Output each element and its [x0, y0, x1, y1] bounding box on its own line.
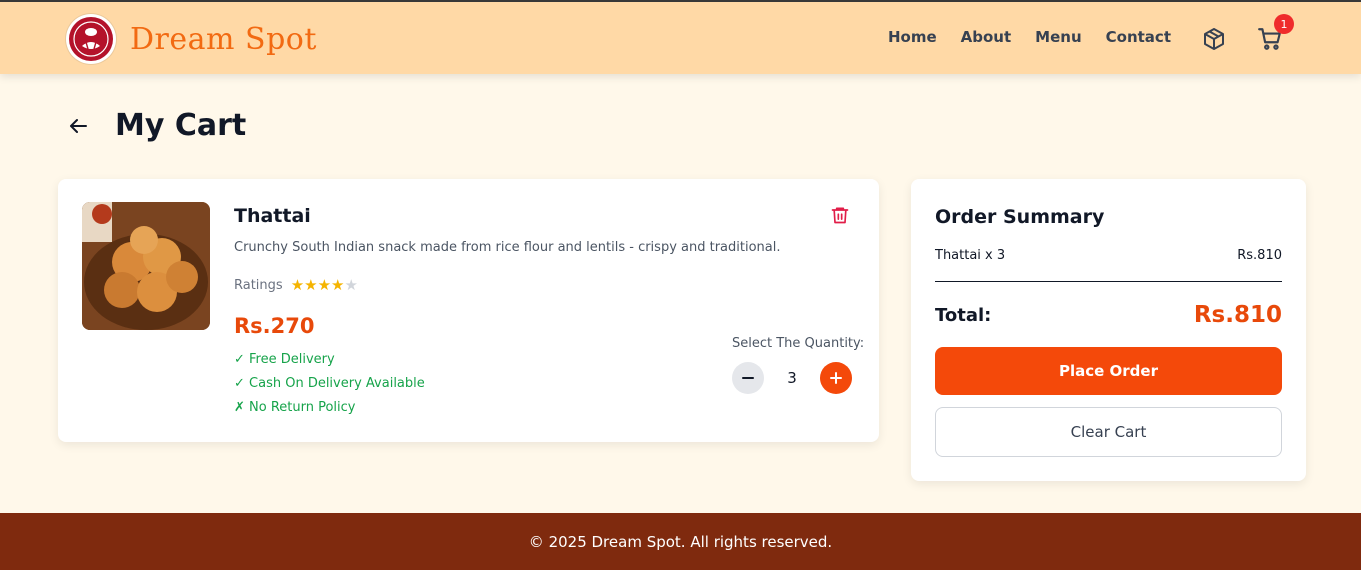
summary-title: Order Summary	[935, 206, 1105, 228]
total-value: Rs.810	[1193, 302, 1282, 328]
perk-cod: ✓ Cash On Delivery Available	[234, 376, 425, 391]
item-name: Thattai	[234, 205, 311, 227]
main-nav: Home About Menu Contact	[888, 28, 1171, 46]
quantity-label: Select The Quantity:	[732, 336, 865, 351]
package-icon[interactable]	[1201, 26, 1227, 52]
item-price: Rs.270	[234, 314, 315, 338]
brand[interactable]: Dream Spot	[66, 14, 317, 64]
order-summary-card: Order Summary Thattai x 3 Rs.810 Total: …	[911, 179, 1306, 481]
item-description: Crunchy South Indian snack made from ric…	[234, 240, 781, 255]
ratings-label: Ratings	[234, 277, 283, 293]
page-title: My Cart	[115, 108, 247, 143]
clear-cart-button[interactable]: Clear Cart	[935, 407, 1282, 457]
plus-icon	[830, 372, 842, 384]
star-filled-icon: ★	[290, 276, 305, 294]
star-empty-icon: ★	[344, 276, 358, 294]
nav-contact[interactable]: Contact	[1106, 28, 1171, 46]
star-filled-icon: ★	[331, 276, 345, 294]
site-header: Dream Spot Home About Menu Contact	[0, 2, 1361, 74]
nav-home[interactable]: Home	[888, 28, 937, 46]
minus-icon	[742, 377, 754, 379]
nav-about[interactable]: About	[961, 28, 1012, 46]
nav-menu[interactable]: Menu	[1035, 28, 1081, 46]
perk-no-return: ✗ No Return Policy	[234, 400, 356, 415]
decrease-quantity-button[interactable]	[732, 362, 764, 394]
site-footer: © 2025 Dream Spot. All rights reserved.	[0, 513, 1361, 570]
arrow-left-icon[interactable]	[66, 114, 90, 138]
increase-quantity-button[interactable]	[820, 362, 852, 394]
cart-item-card: Thattai Crunchy South Indian snack made …	[58, 179, 879, 442]
ratings: Ratings ★★★★★	[234, 276, 358, 294]
star-rating: ★★★★★	[291, 276, 358, 294]
logo-icon	[66, 14, 116, 64]
summary-line-label: Thattai x 3	[935, 248, 1006, 263]
trash-icon[interactable]	[830, 205, 852, 227]
star-filled-icon: ★	[317, 276, 332, 294]
brand-name: Dream Spot	[130, 21, 317, 57]
cart-count-badge: 1	[1274, 14, 1294, 34]
product-image	[82, 202, 210, 330]
total-label: Total:	[935, 305, 992, 326]
summary-line-value: Rs.810	[1237, 248, 1282, 263]
summary-divider	[935, 281, 1282, 282]
quantity-value: 3	[787, 369, 797, 387]
star-filled-icon: ★	[304, 276, 318, 294]
perk-free-delivery: ✓ Free Delivery	[234, 352, 335, 367]
footer-copyright: © 2025 Dream Spot. All rights reserved.	[528, 532, 833, 551]
place-order-button[interactable]: Place Order	[935, 347, 1282, 395]
